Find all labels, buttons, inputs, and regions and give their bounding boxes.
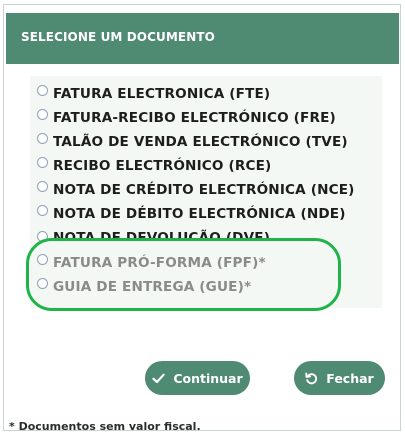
- continue-button[interactable]: Continuar: [145, 361, 250, 395]
- dialog-title: SELECIONE UM DOCUMENTO: [21, 30, 215, 44]
- radio-button[interactable]: [37, 156, 48, 168]
- option-label: FATURA-RECIBO ELECTRÓNICO (FRE): [53, 110, 336, 126]
- radio-button[interactable]: [37, 84, 48, 96]
- radio-button[interactable]: [37, 204, 48, 216]
- radio-button[interactable]: [37, 180, 48, 192]
- close-button[interactable]: Fechar: [294, 361, 385, 395]
- option-label: RECIBO ELECTRÓNICO (RCE): [53, 158, 272, 174]
- document-select-dialog: SELECIONE UM DOCUMENTO FATURA ELECTRONIC…: [3, 4, 401, 433]
- radio-button[interactable]: [37, 108, 48, 120]
- highlight-annotation: [26, 238, 341, 311]
- option-rce[interactable]: RECIBO ELECTRÓNICO (RCE): [37, 156, 271, 176]
- option-label: FATURA ELECTRONICA (FTE): [53, 86, 271, 102]
- option-label: NOTA DE DÉBITO ELECTRÓNICA (NDE): [53, 206, 346, 222]
- undo-icon: [305, 371, 318, 385]
- option-label: TALÃO DE VENDA ELECTRÓNICO (TVE): [53, 134, 348, 150]
- fiscal-footnote: * Documentos sem valor fiscal.: [9, 420, 201, 433]
- close-label: Fechar: [326, 370, 374, 386]
- option-nde[interactable]: NOTA DE DÉBITO ELECTRÓNICA (NDE): [37, 204, 346, 224]
- option-fte[interactable]: FATURA ELECTRONICA (FTE): [37, 84, 270, 104]
- option-tve[interactable]: TALÃO DE VENDA ELECTRÓNICO (TVE): [37, 132, 348, 152]
- option-fre[interactable]: FATURA-RECIBO ELECTRÓNICO (FRE): [37, 108, 336, 128]
- radio-button[interactable]: [37, 132, 48, 144]
- option-label: NOTA DE CRÉDITO ELECTRÓNICA (NCE): [53, 182, 355, 198]
- continue-label: Continuar: [173, 370, 243, 386]
- dialog-header: SELECIONE UM DOCUMENTO: [6, 13, 399, 64]
- check-icon: [152, 373, 165, 384]
- option-nce[interactable]: NOTA DE CRÉDITO ELECTRÓNICA (NCE): [37, 180, 355, 200]
